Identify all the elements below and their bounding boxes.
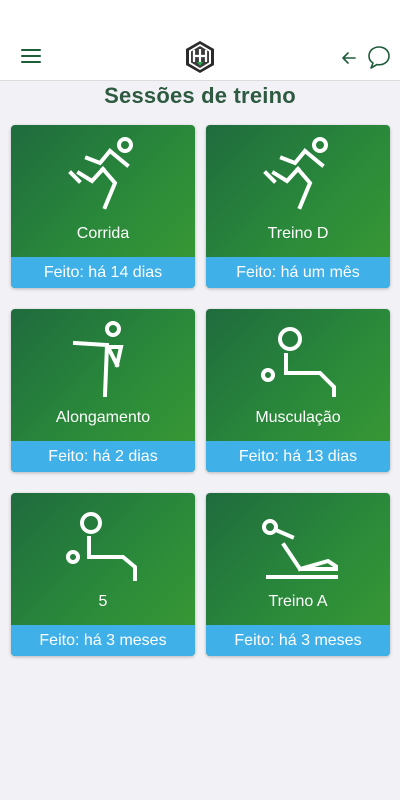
session-name: Alongamento [55,409,151,426]
chat-bubble-icon[interactable] [365,44,393,70]
session-card[interactable]: 5 Feito: há 3 meses [11,493,195,656]
session-status: Feito: há 14 dias [11,257,195,288]
stretching-icon [72,321,124,397]
running-icon [263,137,328,210]
arrow-left-icon[interactable] [338,48,360,68]
session-status: Feito: há 3 meses [206,625,390,656]
session-status: Feito: há 2 dias [11,441,195,472]
session-status: Feito: há 13 dias [206,441,390,472]
app-screen: Sessões de treino Corrida Feito: há 14 d… [0,0,400,800]
session-card[interactable]: Musculação Feito: há 13 dias [206,309,390,472]
hamburger-menu-icon[interactable] [21,47,43,65]
weightlifting-icon [261,327,336,397]
session-card[interactable]: Treino A Feito: há 3 meses [206,493,390,656]
session-card[interactable]: Corrida Feito: há 14 dias [11,125,195,288]
running-icon [68,137,133,210]
session-card[interactable]: Treino D Feito: há um mês [206,125,390,288]
session-name: 5 [98,593,108,610]
session-status: Feito: há 3 meses [11,625,195,656]
page-title: Sessões de treino [104,83,296,108]
app-logo-icon [186,41,214,73]
app-bar [0,0,400,81]
session-card[interactable]: Alongamento Feito: há 2 dias [11,309,195,472]
session-name: Corrida [76,225,130,242]
session-name: Musculação [255,409,341,426]
session-status: Feito: há um mês [206,257,390,288]
session-name: Treino A [268,593,328,610]
session-name: Treino D [267,225,329,242]
situp-icon [262,519,338,579]
weightlifting-icon [66,512,137,581]
